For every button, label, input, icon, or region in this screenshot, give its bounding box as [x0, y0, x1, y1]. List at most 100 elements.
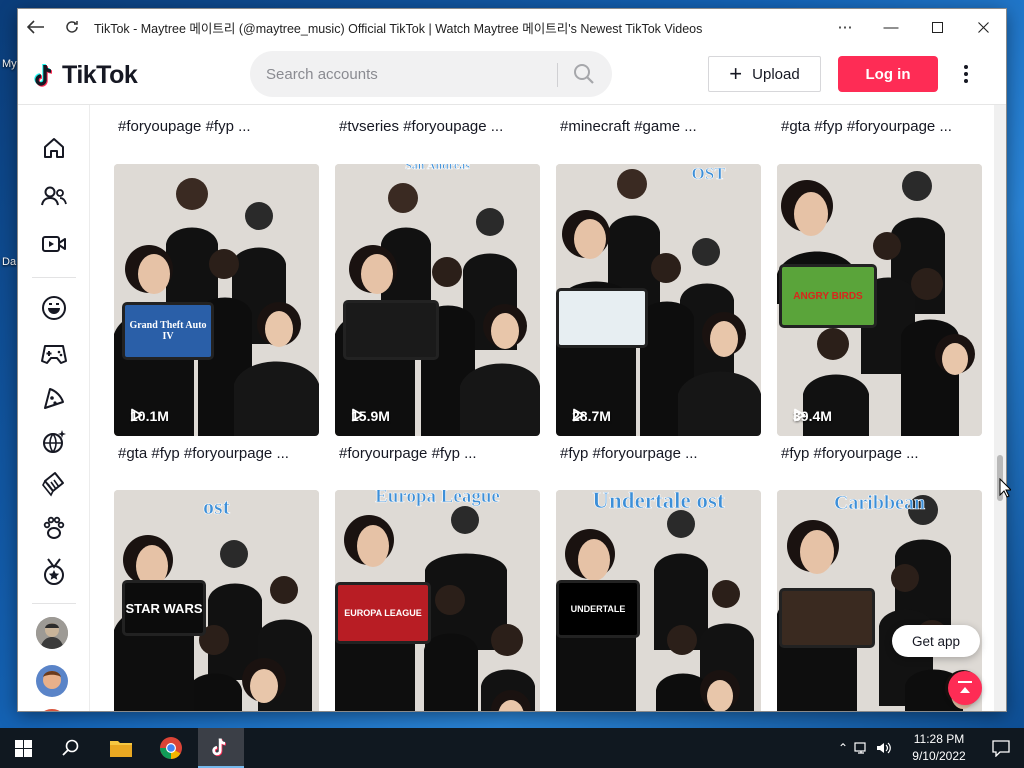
tiktok-logo[interactable]: TikTok — [34, 61, 138, 90]
play-icon — [352, 408, 364, 422]
network-icon[interactable] — [854, 741, 870, 755]
view-count: 10.1M — [130, 408, 169, 424]
login-button[interactable]: Log in — [838, 56, 938, 92]
upload-label: Upload — [752, 65, 800, 83]
sidebar-item-animals[interactable] — [37, 511, 71, 545]
video-caption[interactable]: #foryourpage #fyp ... — [339, 445, 477, 462]
video-overlay-title: Europa League — [375, 490, 500, 507]
video-card[interactable]: Grand Theft Auto IV 10.1M — [114, 164, 319, 436]
video-caption[interactable]: #fyp #foryourpage ... — [781, 445, 919, 462]
video-caption[interactable]: #minecraft #game ... — [560, 118, 697, 135]
video-caption[interactable]: #fyp #foryourpage ... — [560, 445, 698, 462]
video-overlay-title: San Andreas — [405, 164, 470, 172]
maximize-icon — [931, 21, 943, 33]
chevron-up-icon[interactable]: ⌃ — [838, 741, 848, 755]
avatar[interactable] — [36, 709, 68, 711]
vertical-dots-icon — [964, 65, 968, 83]
video-card[interactable]: OST 28.7M — [556, 164, 761, 436]
sidebar-item-comedy[interactable] — [37, 291, 71, 325]
sidebar-item-sports[interactable] — [37, 425, 71, 459]
title-bar: TikTok - Maytree 메이트리 (@maytree_music) O… — [18, 9, 1006, 45]
tablet-screen: ANGRY BIRDS — [779, 264, 877, 328]
close-button[interactable] — [960, 9, 1006, 45]
video-card[interactable]: Europa League EUROPA LEAGUE — [335, 490, 540, 711]
sidebar — [18, 105, 90, 711]
refresh-button[interactable] — [54, 9, 90, 45]
video-caption[interactable]: #gta #fyp #foryourpage ... — [781, 118, 952, 135]
file-explorer-button[interactable] — [98, 728, 144, 768]
search-bar — [250, 51, 612, 97]
search-input[interactable] — [266, 51, 536, 97]
tiktok-note-icon — [34, 63, 53, 87]
chrome-button[interactable] — [148, 728, 194, 768]
back-arrow-icon — [27, 20, 44, 34]
desktop-icon-label-3[interactable]: Da — [2, 256, 16, 268]
desktop-icon-label-1[interactable]: My — [2, 58, 17, 70]
sidebar-divider — [32, 277, 76, 278]
sidebar-item-following[interactable] — [37, 179, 71, 213]
taskbar-clock[interactable]: 11:28 PM 9/10/2022 — [900, 731, 978, 765]
play-icon — [131, 408, 143, 422]
tablet-screen: EUROPA LEAGUE — [335, 582, 431, 644]
volume-icon[interactable] — [876, 741, 892, 755]
sidebar-item-gaming[interactable] — [37, 337, 71, 371]
chrome-icon — [160, 737, 182, 759]
globe-sparkle-icon — [43, 430, 66, 453]
maximize-button[interactable] — [914, 9, 960, 45]
notifications-button[interactable] — [978, 728, 1024, 768]
upload-button[interactable]: + Upload — [708, 56, 821, 92]
video-card[interactable]: Undertale ost UNDERTALE — [556, 490, 761, 711]
view-count: 15.9M — [351, 408, 390, 424]
video-thumbnail — [114, 164, 319, 436]
sidebar-item-home[interactable] — [37, 131, 71, 165]
tablet-screen: UNDERTALE — [556, 580, 640, 638]
get-app-button[interactable]: Get app — [892, 625, 980, 657]
sidebar-item-food[interactable] — [37, 382, 71, 416]
video-feed: #foryoupage #fyp ... #tvseries #foryoupa… — [90, 105, 992, 711]
view-count: 28.7M — [572, 408, 611, 424]
tablet-screen — [343, 300, 439, 360]
view-count: 39.4M — [793, 408, 832, 424]
scroll-to-top-button[interactable] — [948, 671, 982, 705]
tablet-screen: STAR WARS — [122, 580, 206, 636]
sidebar-divider — [32, 603, 76, 604]
logo-text: TikTok — [62, 61, 138, 89]
clock-date: 9/10/2022 — [912, 749, 966, 763]
tablet-screen — [779, 588, 875, 648]
system-tray: ⌃ — [838, 728, 892, 768]
search-taskbar-button[interactable] — [48, 728, 94, 768]
search-icon — [574, 64, 594, 84]
tiktok-taskbar-button[interactable] — [198, 728, 244, 768]
play-icon — [794, 408, 806, 422]
video-overlay-title: Undertale ost — [592, 490, 725, 513]
avatar-image-2 — [36, 665, 68, 697]
video-card[interactable]: ANGRY BIRDS 39.4M — [777, 164, 982, 436]
video-caption[interactable]: #tvseries #foryoupage ... — [339, 118, 503, 135]
video-caption[interactable]: #gta #fyp #foryourpage ... — [118, 445, 289, 462]
back-button[interactable] — [18, 9, 54, 45]
video-card[interactable]: ost STAR WARS — [114, 490, 319, 711]
search-button[interactable] — [565, 55, 603, 93]
ellipsis-icon: ⋯ — [837, 19, 853, 36]
avatar[interactable] — [36, 665, 68, 697]
search-divider — [557, 63, 558, 87]
start-button[interactable] — [0, 728, 46, 768]
more-options-button[interactable]: ⋯ — [822, 9, 868, 45]
site-header: TikTok + Upload Log in — [18, 45, 1006, 105]
scrollbar-track[interactable] — [994, 105, 1006, 711]
video-caption[interactable]: #foryoupage #fyp ... — [118, 118, 251, 135]
sidebar-item-beauty[interactable] — [37, 467, 71, 501]
home-icon — [44, 138, 64, 158]
avatar[interactable] — [36, 617, 68, 649]
more-menu-button[interactable] — [956, 59, 976, 89]
taskbar: ⌃ 11:28 PM 9/10/2022 — [0, 728, 1024, 768]
video-card[interactable]: San Andreas 15.9M — [335, 164, 540, 436]
sidebar-item-achievements[interactable] — [37, 555, 71, 589]
sidebar-item-live[interactable] — [37, 227, 71, 261]
minimize-button[interactable]: — — [868, 9, 914, 45]
plus-icon: + — [729, 61, 743, 86]
notification-icon — [992, 739, 1010, 757]
play-icon — [573, 408, 585, 422]
minimize-icon: — — [883, 18, 899, 36]
windows-logo-icon — [14, 739, 32, 757]
